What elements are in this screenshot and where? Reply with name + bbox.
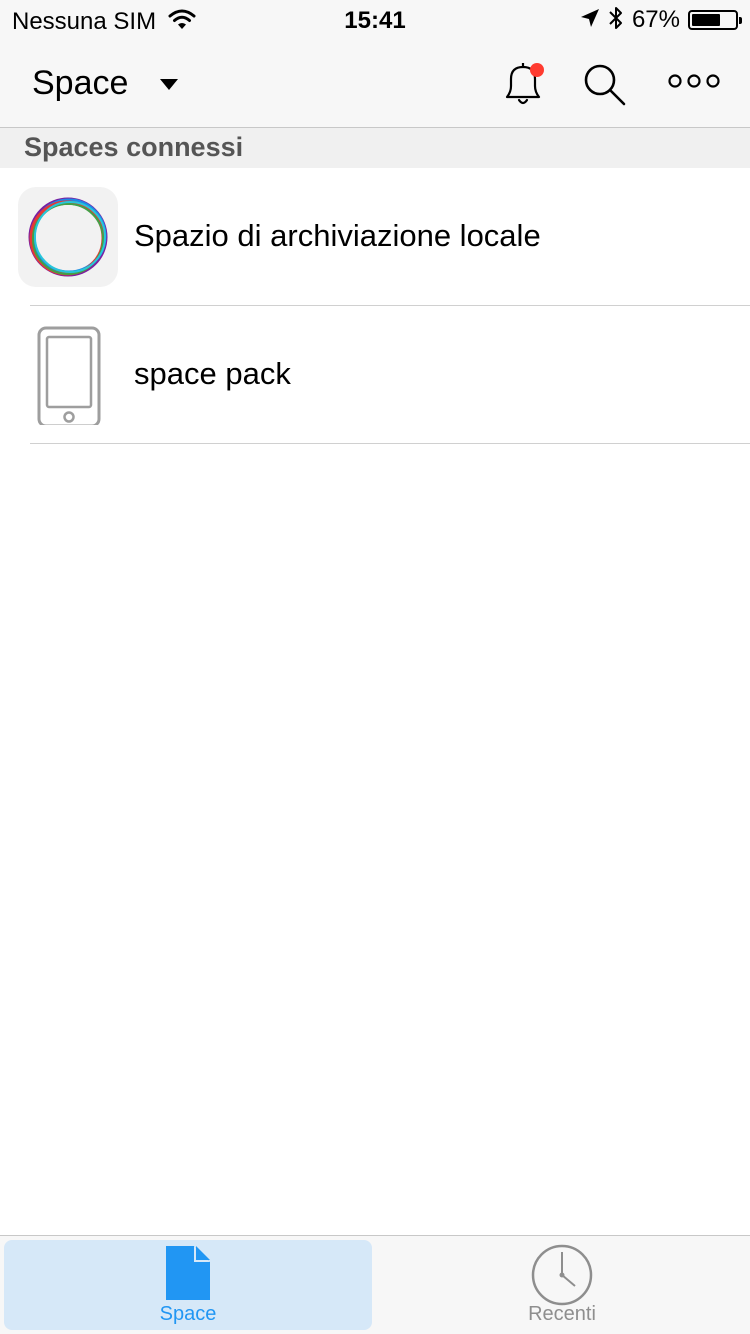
battery-icon	[688, 10, 742, 30]
list-item-label: space pack	[134, 356, 291, 391]
list-item-local-storage[interactable]: Spazio di archiviazione locale	[0, 168, 750, 306]
storage-ring-icon	[18, 187, 118, 287]
battery-percent: 67%	[631, 6, 680, 33]
search-icon	[584, 64, 626, 106]
battery-level	[692, 14, 721, 26]
search-button[interactable]	[580, 60, 630, 110]
tab-recenti[interactable]: Recenti	[378, 1240, 746, 1330]
tab-label: Space	[159, 1303, 217, 1325]
document-icon	[164, 1244, 212, 1307]
list-item-label: Spazio di archiviazione locale	[134, 218, 541, 253]
bell-icon	[505, 63, 544, 105]
clock-icon	[531, 1244, 593, 1311]
location-arrow-icon	[580, 8, 600, 33]
section-header: Spaces connessi	[0, 128, 750, 168]
phone-device-icon	[18, 325, 118, 428]
section-title: Spaces connessi	[24, 132, 244, 162]
tab-bar: Space Recenti	[0, 1235, 750, 1334]
caret-down-icon[interactable]	[160, 78, 178, 96]
space-title[interactable]: Space	[32, 64, 128, 103]
more-dots-icon	[668, 74, 720, 88]
list-item-space-pack[interactable]: space pack	[0, 306, 750, 444]
spaces-list: Spazio di archiviazione locale space pac…	[0, 168, 750, 444]
navigation-bar: Space	[0, 40, 750, 128]
tab-label: Recenti	[528, 1303, 596, 1325]
row-divider	[30, 443, 750, 444]
notifications-button[interactable]	[496, 56, 550, 110]
bluetooth-icon	[608, 5, 624, 36]
tab-space[interactable]: Space	[4, 1240, 372, 1330]
more-options-button[interactable]	[664, 66, 724, 96]
status-bar: Nessuna SIM 15:41 67%	[0, 0, 750, 40]
